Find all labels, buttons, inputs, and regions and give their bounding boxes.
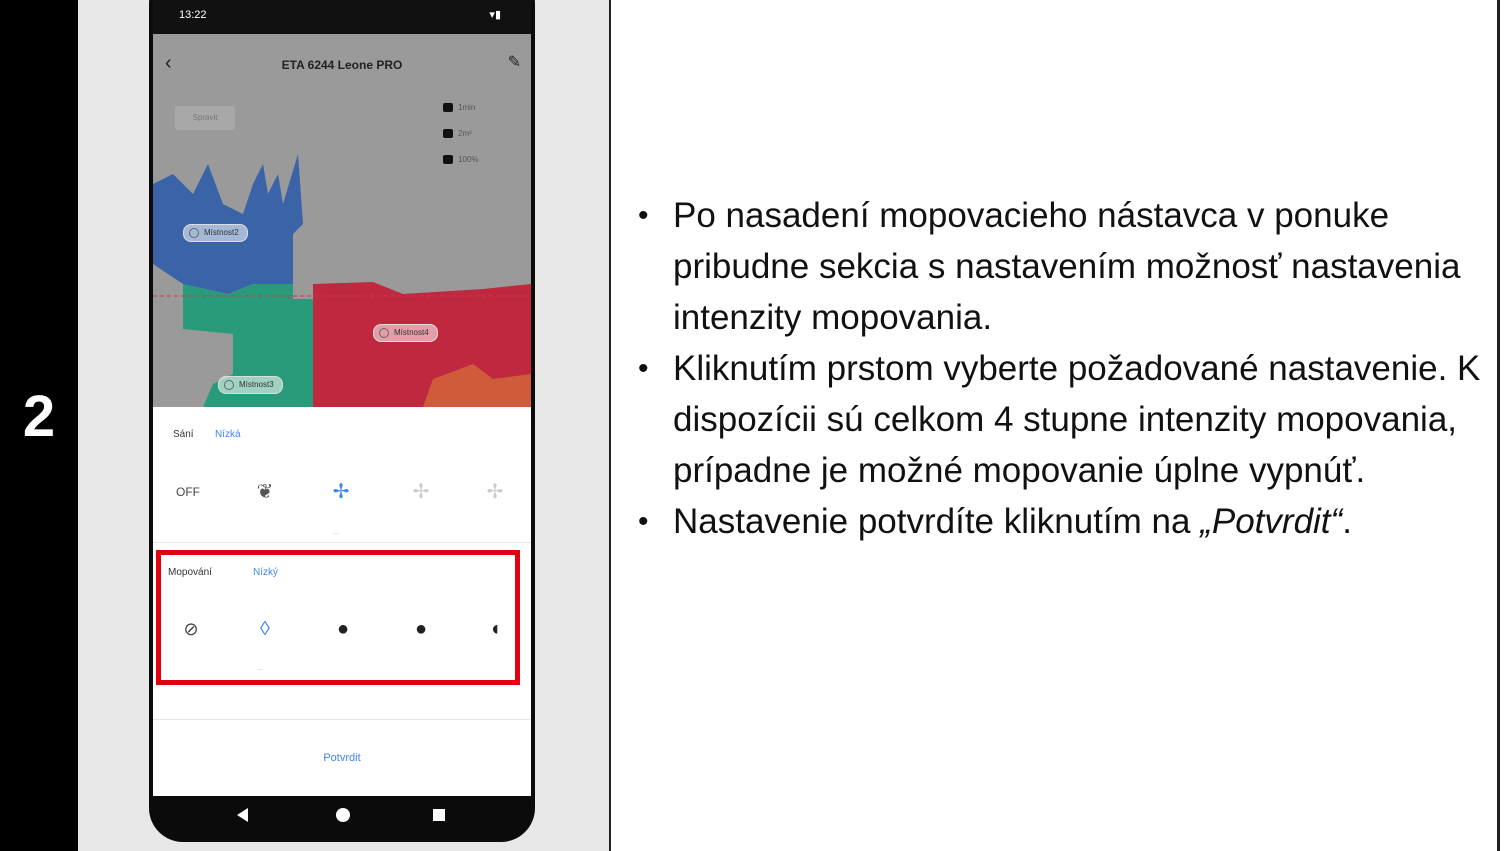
status-time: 13:22 bbox=[179, 9, 207, 21]
mopping-separator bbox=[153, 719, 531, 720]
clean-chip[interactable]: Spravit bbox=[175, 106, 235, 130]
nav-back-icon[interactable] bbox=[237, 808, 248, 822]
fan-low-icon[interactable]: ✢ bbox=[321, 472, 361, 512]
battery-icon bbox=[443, 155, 453, 165]
suction-label: Sání bbox=[173, 429, 194, 440]
instruction-confirm-term: „Potvrdit“ bbox=[1200, 502, 1343, 541]
leaf-icon[interactable]: ❦ bbox=[245, 472, 285, 512]
step-column: 2 bbox=[0, 0, 78, 851]
nav-home-icon[interactable] bbox=[336, 808, 350, 822]
suction-sub-label: ... bbox=[333, 529, 339, 536]
instruction-item-3-end: . bbox=[1342, 502, 1352, 541]
fan-medium-icon[interactable]: ✢ bbox=[401, 472, 441, 512]
app-bar: ‹ ETA 6244 Leone PRO ✎ bbox=[153, 34, 531, 94]
suction-separator bbox=[153, 542, 531, 543]
fan-high-icon[interactable]: ✢ bbox=[475, 472, 515, 512]
room-label-4[interactable]: Místnost4 bbox=[373, 324, 438, 342]
status-bar: 13:22 ▾▮ bbox=[153, 0, 531, 34]
instruction-item-3-text: Nastavenie potvrdíte kliknutím na bbox=[673, 502, 1201, 541]
android-nav-bar bbox=[153, 796, 531, 836]
stat-time: 1min bbox=[443, 100, 513, 126]
instruction-list: Po nasadení mopovacieho nástavca v ponuk… bbox=[630, 190, 1490, 547]
clock-icon bbox=[443, 103, 453, 113]
map-stats: 1min 2m² 100% bbox=[443, 100, 513, 178]
suction-value: Nízká bbox=[215, 429, 241, 440]
column-divider bbox=[609, 0, 611, 851]
map-view[interactable]: ‹ ETA 6244 Leone PRO ✎ Spravit 1min 2m² … bbox=[153, 34, 531, 407]
status-indicators: ▾▮ bbox=[489, 9, 501, 21]
stat-battery: 100% bbox=[443, 152, 513, 178]
room-label-3[interactable]: Místnost3 bbox=[218, 376, 283, 394]
step-number: 2 bbox=[22, 384, 56, 449]
room-label-2[interactable]: Místnost2 bbox=[183, 224, 248, 242]
mopping-highlight-box bbox=[156, 550, 520, 685]
instruction-item-1: Po nasadení mopovacieho nástavca v ponuk… bbox=[630, 190, 1490, 343]
instruction-item-2: Kliknutím prstom vyberte požadované nast… bbox=[630, 343, 1490, 496]
confirm-button[interactable]: Potvrdit bbox=[153, 752, 531, 764]
suction-options: OFF ❦ ✢ ✢ ✢ bbox=[153, 472, 531, 512]
right-border bbox=[1497, 0, 1500, 851]
instruction-item-3: Nastavenie potvrdíte kliknutím na „Potvr… bbox=[630, 496, 1490, 547]
stat-area: 2m² bbox=[443, 126, 513, 152]
nav-recent-icon[interactable] bbox=[433, 809, 445, 821]
edit-pencil-icon[interactable]: ✎ bbox=[508, 52, 521, 72]
device-title: ETA 6244 Leone PRO bbox=[281, 58, 403, 72]
suction-off-button[interactable]: OFF bbox=[168, 472, 208, 512]
area-icon bbox=[443, 129, 453, 139]
